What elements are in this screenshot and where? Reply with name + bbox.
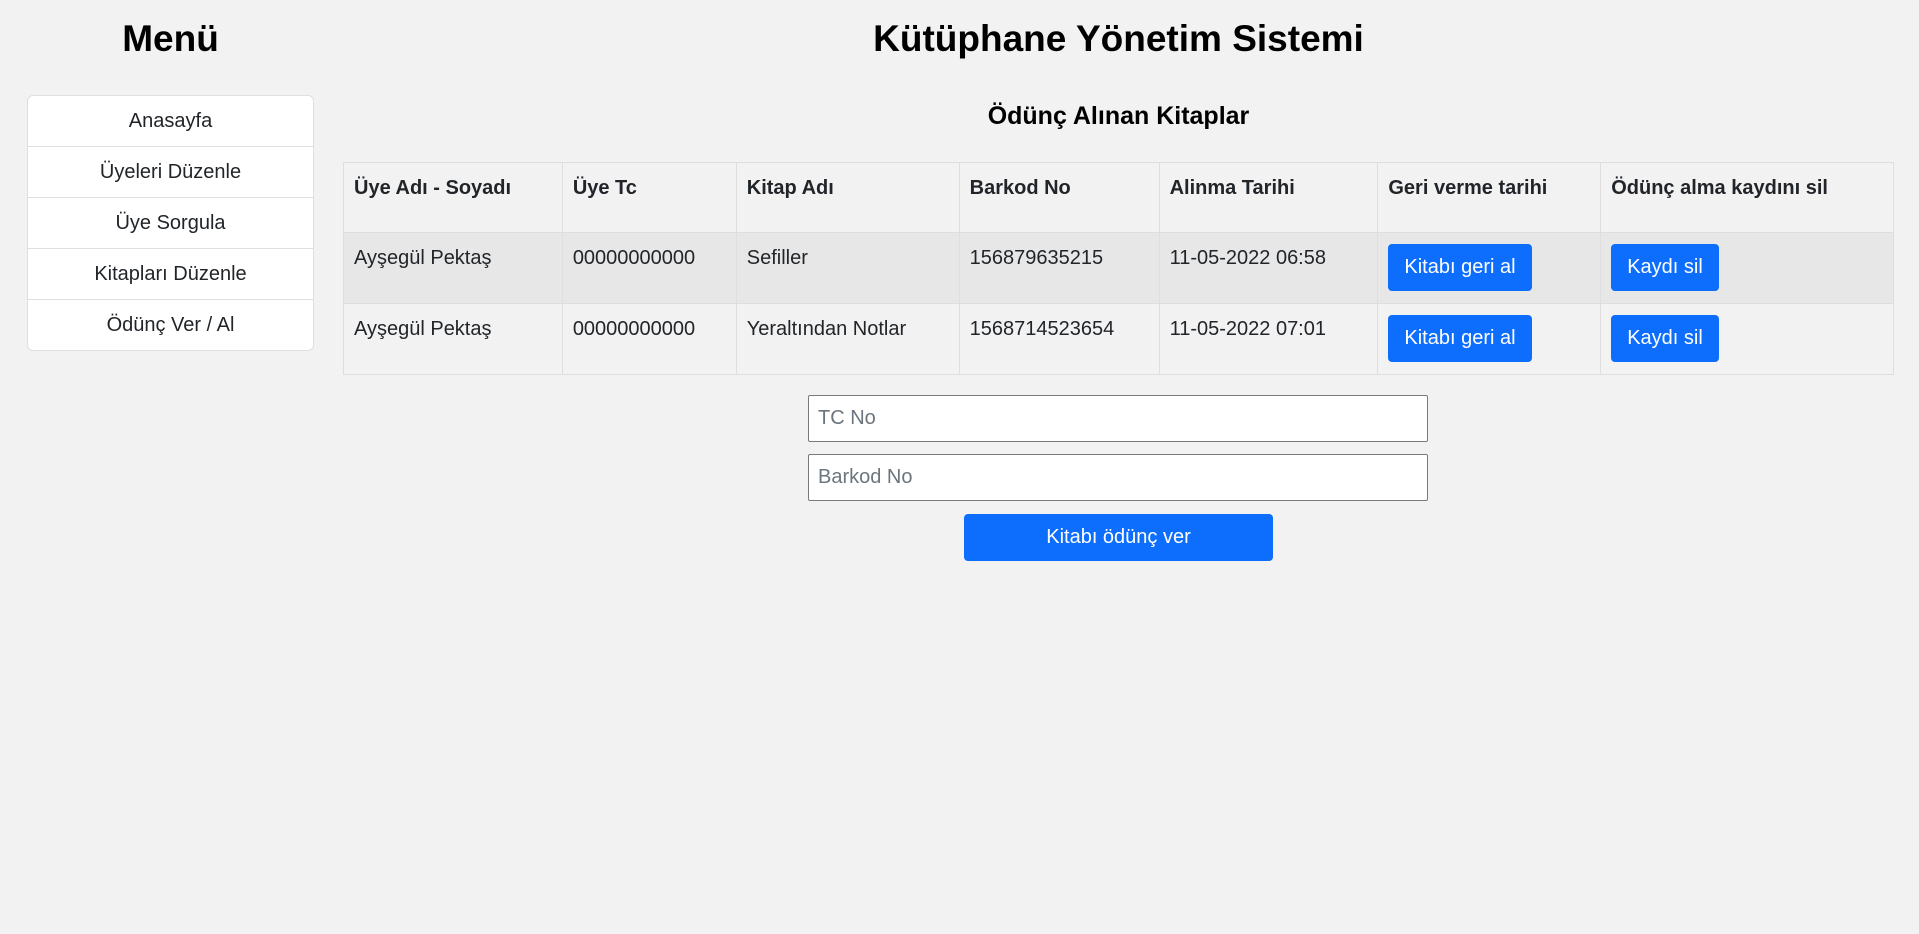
loan-form: Kitabı ödünç ver [343, 395, 1894, 585]
loans-table: Üye Adı - Soyadı Üye Tc Kitap Adı Barkod… [343, 162, 1894, 375]
table-row: Ayşegül Pektaş 00000000000 Yeraltından N… [343, 303, 1894, 375]
cell-delete: Kaydı sil [1600, 303, 1894, 375]
delete-record-button[interactable]: Kaydı sil [1611, 244, 1719, 291]
lend-book-button[interactable]: Kitabı ödünç ver [964, 514, 1273, 561]
column-header-date: Alinma Tarihi [1158, 162, 1379, 233]
cell-barcode: 156879635215 [958, 232, 1160, 304]
column-header-book: Kitap Adı [735, 162, 960, 233]
cell-date: 11-05-2022 06:58 [1158, 232, 1379, 304]
table-header-row: Üye Adı - Soyadı Üye Tc Kitap Adı Barkod… [343, 162, 1894, 233]
cell-barcode: 1568714523654 [958, 303, 1160, 375]
menu-item-anasayfa[interactable]: Anasayfa [28, 96, 313, 147]
menu-item-odunc-ver-al[interactable]: Ödünç Ver / Al [28, 300, 313, 350]
cell-member-name: Ayşegül Pektaş [343, 232, 563, 304]
sidebar: Menü Anasayfa Üyeleri Düzenle Üye Sorgul… [27, 0, 314, 351]
cell-tc: 00000000000 [561, 303, 737, 375]
cell-date: 11-05-2022 07:01 [1158, 303, 1379, 375]
cell-book: Yeraltından Notlar [735, 303, 960, 375]
menu-item-kitaplari-duzenle[interactable]: Kitapları Düzenle [28, 249, 313, 300]
tc-no-input[interactable] [808, 395, 1428, 442]
column-header-return: Geri verme tarihi [1377, 162, 1602, 233]
cell-member-name: Ayşegül Pektaş [343, 303, 563, 375]
cell-return: Kitabı geri al [1377, 303, 1602, 375]
cell-book: Sefiller [735, 232, 960, 304]
cell-tc: 00000000000 [561, 232, 737, 304]
column-header-barcode: Barkod No [958, 162, 1160, 233]
menu-title: Menü [122, 18, 219, 59]
cell-delete: Kaydı sil [1600, 232, 1894, 304]
delete-record-button[interactable]: Kaydı sil [1611, 315, 1719, 362]
section-title: Ödünç Alınan Kitaplar [987, 102, 1250, 130]
main-content: Kütüphane Yönetim Sistemi Ödünç Alınan K… [343, 0, 1894, 585]
barcode-no-input[interactable] [808, 454, 1428, 501]
column-header-delete: Ödünç alma kaydını sil [1600, 162, 1894, 233]
menu-item-uyeleri-duzenle[interactable]: Üyeleri Düzenle [28, 147, 313, 198]
table-row: Ayşegül Pektaş 00000000000 Sefiller 1568… [343, 232, 1894, 304]
column-header-tc: Üye Tc [561, 162, 737, 233]
page-title: Kütüphane Yönetim Sistemi [873, 18, 1364, 59]
return-book-button[interactable]: Kitabı geri al [1388, 315, 1532, 362]
return-book-button[interactable]: Kitabı geri al [1388, 244, 1532, 291]
cell-return: Kitabı geri al [1377, 232, 1602, 304]
column-header-member-name: Üye Adı - Soyadı [343, 162, 563, 233]
menu-item-uye-sorgula[interactable]: Üye Sorgula [28, 198, 313, 249]
menu-list: Anasayfa Üyeleri Düzenle Üye Sorgula Kit… [27, 95, 314, 351]
